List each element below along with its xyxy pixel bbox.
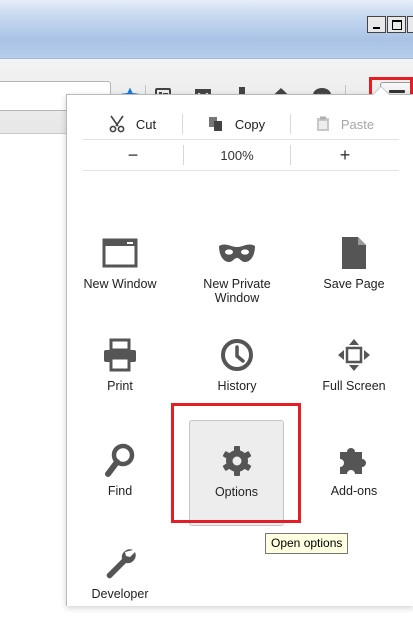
new-private-window-label: New Private Window	[203, 277, 271, 305]
save-page-label: Save Page	[323, 277, 385, 291]
print-button[interactable]: Print	[76, 315, 164, 413]
paste-label: Paste	[340, 116, 375, 132]
add-ons-button[interactable]: Add-ons	[310, 420, 398, 518]
zoom-out-label: −	[127, 144, 139, 165]
new-window-label: New Window	[83, 277, 157, 291]
copy-icon	[208, 117, 222, 131]
zoom-reset-button[interactable]: 100%	[184, 140, 290, 170]
zoom-out-button[interactable]: −	[83, 140, 183, 170]
edit-controls: Cut Copy Paste	[83, 109, 399, 139]
find-label: Find	[107, 484, 133, 498]
paste-button[interactable]: Paste	[291, 109, 399, 139]
window-titlebar	[0, 0, 413, 59]
developer-button[interactable]: Developer	[76, 523, 164, 621]
magnifier-icon	[105, 442, 135, 478]
history-button[interactable]: History	[193, 315, 281, 413]
maximize-button[interactable]	[387, 16, 406, 33]
minimize-button[interactable]	[367, 16, 386, 33]
full-screen-button[interactable]: Full Screen	[310, 315, 398, 413]
scissors-icon	[109, 115, 125, 133]
clock-icon	[220, 337, 254, 373]
printer-icon	[102, 337, 138, 373]
history-label: History	[217, 379, 257, 393]
clipboard-icon	[316, 116, 329, 131]
options-tooltip: Open options	[265, 533, 349, 554]
copy-button[interactable]: Copy	[183, 109, 290, 139]
zoom-in-button[interactable]: +	[291, 140, 399, 170]
window-controls	[366, 16, 413, 33]
fullscreen-icon	[337, 337, 371, 373]
save-page-button[interactable]: Save Page	[310, 213, 398, 311]
wrench-icon	[103, 545, 137, 581]
new-private-window-button[interactable]: New Private Window	[193, 213, 281, 311]
page-content	[0, 134, 64, 605]
app-menu-panel: Cut Copy Paste − 100% + New Window New P…	[66, 86, 413, 606]
find-button[interactable]: Find	[76, 420, 164, 518]
save-page-icon	[340, 235, 368, 271]
panel-arrow	[372, 86, 390, 95]
cut-button[interactable]: Cut	[83, 109, 182, 139]
options-label: Options	[214, 485, 259, 499]
puzzle-icon	[337, 442, 371, 478]
print-label: Print	[107, 379, 133, 393]
copy-label: Copy	[234, 116, 266, 132]
cut-label: Cut	[135, 116, 157, 132]
add-ons-label: Add-ons	[330, 484, 378, 498]
zoom-in-label: +	[339, 144, 351, 165]
full-screen-label: Full Screen	[322, 379, 386, 393]
new-window-button[interactable]: New Window	[76, 213, 164, 311]
close-button[interactable]	[407, 16, 413, 33]
gear-icon	[221, 443, 253, 479]
options-button[interactable]: Options	[189, 420, 284, 526]
zoom-level: 100%	[220, 147, 254, 163]
developer-label: Developer	[91, 587, 149, 601]
private-mask-icon	[218, 235, 256, 271]
new-window-icon	[102, 235, 138, 271]
zoom-controls: − 100% +	[83, 139, 399, 171]
